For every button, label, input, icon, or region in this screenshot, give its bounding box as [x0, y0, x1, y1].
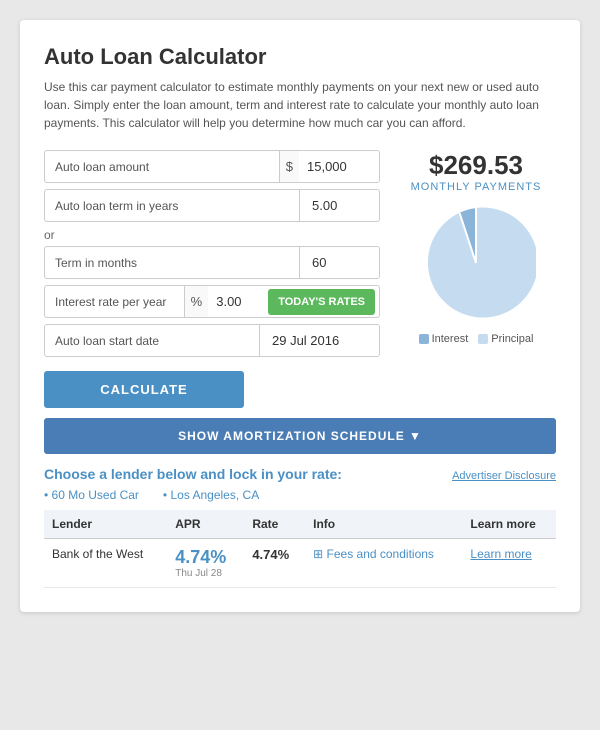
pie-chart	[416, 203, 536, 323]
interest-legend-item: Interest	[419, 333, 469, 345]
loan-amount-row: Auto loan amount $	[44, 150, 380, 183]
interest-rate-row: Interest rate per year % TODAY'S RATES	[44, 285, 380, 318]
form-section: Auto loan amount $ Auto loan term in yea…	[44, 150, 380, 408]
fees-link[interactable]: Fees and conditions	[313, 547, 434, 561]
chart-legend: Interest Principal	[419, 333, 534, 345]
start-date-label: Auto loan start date	[45, 326, 259, 356]
filter-tag-2: Los Angeles, CA	[163, 488, 259, 502]
loan-term-years-label: Auto loan term in years	[45, 191, 299, 221]
apr-date: Thu Jul 28	[175, 568, 236, 579]
advertiser-disclosure[interactable]: Advertiser Disclosure	[452, 470, 556, 482]
col-lender: Lender	[44, 510, 167, 539]
principal-legend-item: Principal	[478, 333, 533, 345]
lender-apr: 4.74% Thu Jul 28	[167, 539, 244, 588]
interest-pct-prefix: %	[184, 286, 209, 317]
term-months-input[interactable]	[299, 247, 379, 278]
term-months-row: Term in months	[44, 246, 380, 279]
table-row: Bank of the West 4.74% Thu Jul 28 4.74% …	[44, 539, 556, 588]
interest-rate-label: Interest rate per year	[45, 287, 184, 317]
apr-value: 4.74%	[175, 547, 236, 568]
monthly-amount: $269.53	[429, 150, 523, 181]
start-date-input[interactable]	[259, 325, 379, 356]
learn-more-link[interactable]: Learn more	[470, 547, 531, 561]
calculator-card: Auto Loan Calculator Use this car paymen…	[20, 20, 580, 612]
principal-legend-dot	[478, 334, 488, 344]
main-layout: Auto loan amount $ Auto loan term in yea…	[44, 150, 556, 408]
monthly-label: MONTHLY PAYMENTS	[411, 181, 542, 193]
filter-row: 60 Mo Used Car Los Angeles, CA	[44, 488, 556, 502]
lender-table: Lender APR Rate Info Learn more Bank of …	[44, 510, 556, 588]
col-apr: APR	[167, 510, 244, 539]
interest-rate-input[interactable]	[208, 286, 268, 317]
col-info: Info	[305, 510, 462, 539]
lender-title: Choose a lender below and lock in your r…	[44, 466, 342, 482]
lender-name: Bank of the West	[44, 539, 167, 588]
loan-amount-prefix: $	[279, 151, 299, 182]
chart-section: $269.53 MONTHLY PAYMENTS Interest	[396, 150, 556, 408]
amortization-button[interactable]: SHOW AMORTIZATION SCHEDULE ▼	[44, 418, 556, 454]
interest-legend-label: Interest	[432, 333, 469, 345]
page-title: Auto Loan Calculator	[44, 44, 556, 70]
todays-rates-button[interactable]: TODAY'S RATES	[268, 289, 375, 315]
lender-rate: 4.74%	[244, 539, 305, 588]
filter-tag-1: 60 Mo Used Car	[44, 488, 139, 502]
calculate-button[interactable]: CALCULATE	[44, 371, 244, 408]
lender-info: Fees and conditions	[305, 539, 462, 588]
col-rate: Rate	[244, 510, 305, 539]
loan-term-years-input[interactable]	[299, 190, 379, 221]
principal-legend-label: Principal	[491, 333, 533, 345]
loan-amount-label: Auto loan amount	[45, 152, 279, 182]
lender-learn-more: Learn more	[462, 539, 556, 588]
lender-header-row: Choose a lender below and lock in your r…	[44, 466, 556, 482]
term-months-label: Term in months	[45, 248, 299, 278]
page-description: Use this car payment calculator to estim…	[44, 78, 556, 132]
col-learn-more: Learn more	[462, 510, 556, 539]
table-header-row: Lender APR Rate Info Learn more	[44, 510, 556, 539]
loan-term-years-row: Auto loan term in years	[44, 189, 380, 222]
or-text: or	[44, 228, 380, 242]
rate-value: 4.74%	[252, 547, 289, 562]
loan-amount-input[interactable]	[299, 151, 379, 182]
lender-section: Choose a lender below and lock in your r…	[44, 466, 556, 588]
start-date-row: Auto loan start date	[44, 324, 380, 357]
interest-legend-dot	[419, 334, 429, 344]
